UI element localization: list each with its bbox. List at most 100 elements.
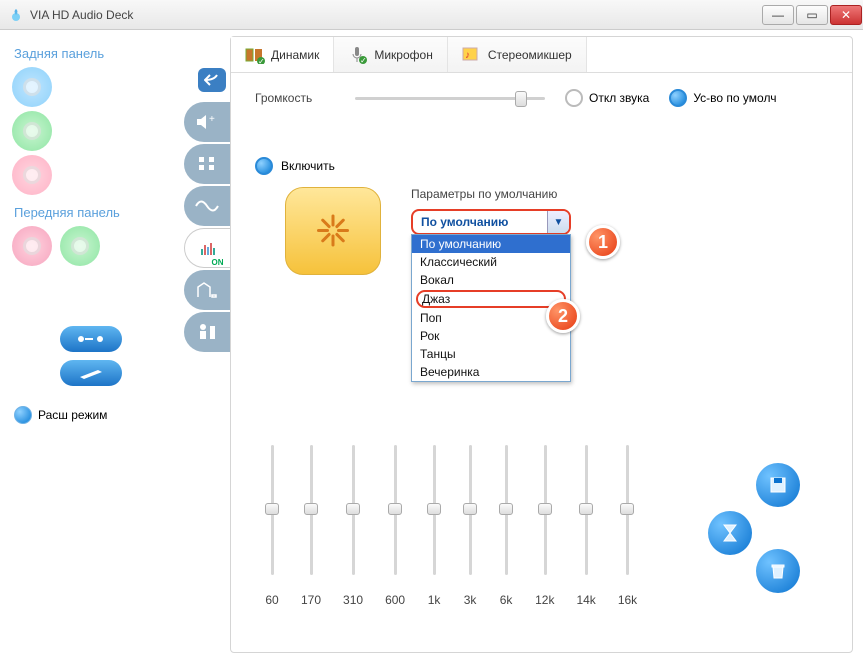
person-speaker-icon xyxy=(197,322,217,342)
sidetab-wave[interactable] xyxy=(184,186,230,226)
app-body: Задняя панель Передняя панель Расш режим xyxy=(0,30,863,663)
radio-off-icon xyxy=(565,89,583,107)
eq-band-freq: 310 xyxy=(343,593,363,607)
eq-band: 3k xyxy=(463,445,477,607)
preset-save-button[interactable] xyxy=(756,463,800,507)
rear-jack-blue[interactable] xyxy=(12,67,52,107)
speaker-config-icon xyxy=(197,155,217,173)
eq-band-freq: 60 xyxy=(265,593,278,607)
eq-band: 6k xyxy=(499,445,513,607)
preset-reset-button[interactable] xyxy=(708,511,752,555)
front-jack-pink[interactable] xyxy=(12,226,52,266)
back-arrow-button[interactable] xyxy=(198,68,226,92)
eq-band-freq: 12k xyxy=(535,593,554,607)
top-tabs: ✓ Динамик ✓ Микрофон ♪ Стереомикшер xyxy=(231,37,852,73)
advanced-mode-toggle[interactable]: Расш режим xyxy=(14,406,180,424)
radio-on-icon xyxy=(255,157,273,175)
preset-option[interactable]: Танцы xyxy=(412,345,570,363)
eq-band-slider[interactable] xyxy=(538,445,552,575)
eq-enable-label: Включить xyxy=(281,159,335,173)
eq-band-freq: 6k xyxy=(500,593,513,607)
eq-band-slider[interactable] xyxy=(463,445,477,575)
mic-tab-icon: ✓ xyxy=(348,45,368,65)
connector-button[interactable] xyxy=(60,326,122,352)
equalizer-icon xyxy=(201,241,215,255)
rear-jack-pink[interactable] xyxy=(12,155,52,195)
rear-jack-green[interactable] xyxy=(12,111,52,151)
app-icon xyxy=(8,7,24,23)
speaker-plus-icon: + xyxy=(196,113,218,131)
default-device-toggle[interactable]: Ус-во по умолч xyxy=(669,89,776,107)
save-icon xyxy=(768,475,788,495)
eq-band-freq: 3k xyxy=(464,593,477,607)
minimize-button[interactable]: — xyxy=(762,5,794,25)
front-panel-label: Передняя панель xyxy=(14,205,180,220)
advanced-mode-label: Расш режим xyxy=(38,408,107,422)
pen-icon xyxy=(78,367,104,379)
eq-band: 310 xyxy=(343,445,363,607)
volume-slider[interactable] xyxy=(355,90,545,106)
side-tab-strip: + ON xyxy=(180,68,230,653)
preset-option[interactable]: Классический xyxy=(412,253,570,271)
mute-toggle[interactable]: Откл звука xyxy=(565,89,649,107)
sidetab-volume[interactable]: + xyxy=(184,102,230,142)
sidetab-speakers[interactable] xyxy=(184,144,230,184)
left-panel: Задняя панель Передняя панель Расш режим xyxy=(10,36,180,653)
eq-band: 1k xyxy=(427,445,441,607)
svg-text:✓: ✓ xyxy=(258,57,265,64)
callout-badge-2: 2 xyxy=(546,299,580,333)
eq-band: 600 xyxy=(385,445,405,607)
sidetab-karaoke[interactable] xyxy=(184,312,230,352)
preset-action-cluster xyxy=(698,463,828,593)
eq-band-slider[interactable] xyxy=(499,445,513,575)
eq-band-slider[interactable] xyxy=(265,445,279,575)
volume-row: Громкость Откл звука Ус-во по умолч xyxy=(255,89,828,107)
burst-icon xyxy=(313,211,353,251)
eq-band-freq: 1k xyxy=(428,593,441,607)
preset-option[interactable]: Джаз xyxy=(416,290,566,308)
eq-enable-toggle[interactable]: Включить xyxy=(255,157,828,175)
preset-option[interactable]: Вокал xyxy=(412,271,570,289)
svg-text:+: + xyxy=(209,114,215,125)
speaker-tab-icon: ✓ xyxy=(245,45,265,65)
eq-band-slider[interactable] xyxy=(620,445,634,575)
preset-combobox[interactable]: По умолчанию ▼ xyxy=(411,209,571,235)
main-panel: ✓ Динамик ✓ Микрофон ♪ Стереомикшер Гром… xyxy=(230,36,853,653)
svg-text:♪: ♪ xyxy=(465,50,470,61)
eq-band: 16k xyxy=(618,445,637,607)
window-titlebar: VIA HD Audio Deck — ▭ ✕ xyxy=(0,0,863,30)
eq-band-slider[interactable] xyxy=(427,445,441,575)
eq-band: 12k xyxy=(535,445,554,607)
eq-band-freq: 600 xyxy=(385,593,405,607)
eq-band-slider[interactable] xyxy=(579,445,593,575)
sidetab-environment[interactable] xyxy=(184,270,230,310)
volume-label: Громкость xyxy=(255,91,335,105)
callout-badge-1: 1 xyxy=(586,225,620,259)
sine-wave-icon xyxy=(195,199,219,213)
back-panel-label: Задняя панель xyxy=(14,46,180,61)
eq-preset-icon-button[interactable] xyxy=(285,187,381,275)
chevron-down-icon[interactable]: ▼ xyxy=(547,211,569,233)
tab-mic-label: Микрофон xyxy=(374,48,432,62)
eq-band-slider[interactable] xyxy=(388,445,402,575)
back-arrow-icon xyxy=(204,73,220,87)
preset-option[interactable]: Вечеринка xyxy=(412,363,570,381)
sidetab-equalizer[interactable]: ON xyxy=(184,228,230,268)
eq-band-freq: 170 xyxy=(301,593,321,607)
radio-on-icon xyxy=(669,89,687,107)
preset-delete-button[interactable] xyxy=(756,549,800,593)
tab-stereomix[interactable]: ♪ Стереомикшер xyxy=(448,37,587,72)
window-title: VIA HD Audio Deck xyxy=(30,8,761,22)
preset-option[interactable]: Рок xyxy=(412,327,570,345)
dot-icon xyxy=(14,406,32,424)
maximize-button[interactable]: ▭ xyxy=(796,5,828,25)
close-button[interactable]: ✕ xyxy=(830,5,862,25)
eq-band-slider[interactable] xyxy=(346,445,360,575)
tab-microphone[interactable]: ✓ Микрофон xyxy=(334,37,447,72)
tab-speaker[interactable]: ✓ Динамик xyxy=(231,37,334,72)
preset-option[interactable]: По умолчанию xyxy=(412,235,570,253)
eq-band-slider[interactable] xyxy=(304,445,318,575)
front-jack-green[interactable] xyxy=(60,226,100,266)
pen-button[interactable] xyxy=(60,360,122,386)
eq-band: 170 xyxy=(301,445,321,607)
